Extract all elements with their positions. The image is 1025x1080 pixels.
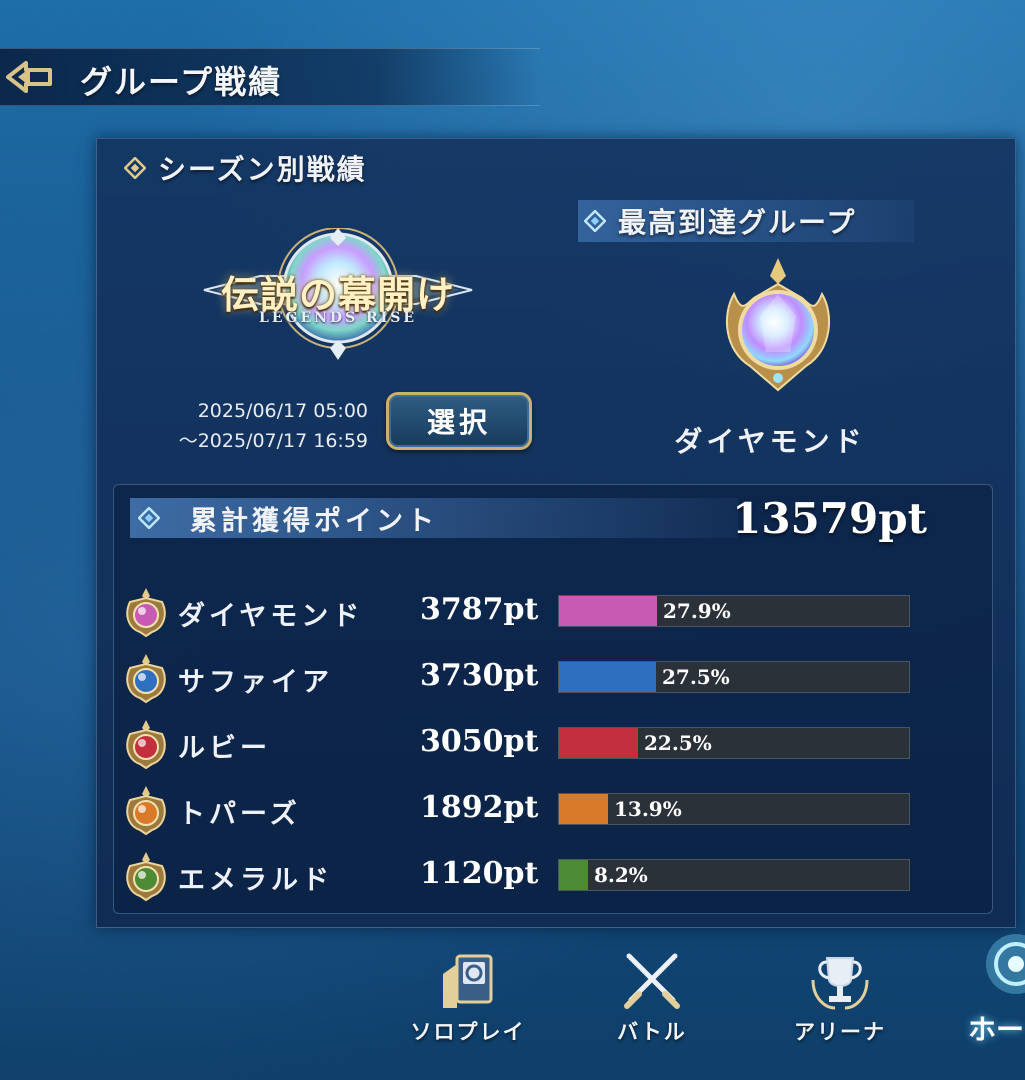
points-row-name: ダイヤモンド bbox=[178, 601, 364, 632]
points-row-name: トパーズ bbox=[178, 799, 301, 830]
points-row-name: サファイア bbox=[178, 667, 333, 698]
points-share-bar: 22.5% bbox=[558, 727, 910, 759]
season-stats-heading: シーズン別戦績 bbox=[124, 148, 367, 188]
points-row: サファイア 3730pt 27.5% bbox=[120, 650, 920, 706]
points-share-bar-fill bbox=[559, 662, 656, 692]
points-row: ダイヤモンド 3787pt 27.9% bbox=[120, 584, 920, 640]
points-share-bar: 27.5% bbox=[558, 661, 910, 693]
page-title: グループ戦績 bbox=[80, 63, 283, 101]
points-row-value: 1120pt bbox=[420, 856, 539, 891]
points-row-name: ルビー bbox=[178, 733, 271, 764]
points-share-percent: 8.2% bbox=[594, 863, 648, 887]
points-share-percent: 13.9% bbox=[614, 797, 682, 821]
nav-arena[interactable]: アリーナ bbox=[770, 950, 910, 1050]
points-row-name: エメラルド bbox=[178, 865, 333, 896]
points-share-percent: 22.5% bbox=[644, 731, 712, 755]
points-row: エメラルド 1120pt 8.2% bbox=[120, 848, 920, 904]
back-button[interactable] bbox=[2, 57, 56, 97]
best-group-heading: 最高到達グループ bbox=[578, 200, 914, 242]
nav-solo-play-label: ソロプレイ bbox=[410, 1020, 526, 1044]
points-share-bar: 8.2% bbox=[558, 859, 910, 891]
nav-solo-play[interactable]: ソロプレイ bbox=[398, 950, 538, 1050]
points-share-percent: 27.9% bbox=[663, 599, 731, 623]
points-share-percent: 27.5% bbox=[662, 665, 730, 689]
cumulative-points-heading: 累計獲得ポイント bbox=[130, 498, 738, 538]
points-share-bar-fill bbox=[559, 596, 657, 626]
season-period: 2025/06/17 05:00 ～2025/07/17 16:59 bbox=[140, 396, 368, 456]
points-row: トパーズ 1892pt 13.9% bbox=[120, 782, 920, 838]
emerald-gem-icon bbox=[126, 852, 166, 902]
ruby-gem-icon bbox=[126, 720, 166, 770]
sapphire-gem-icon bbox=[126, 654, 166, 704]
diamond-gem-icon bbox=[126, 588, 166, 638]
crossed-swords-icon bbox=[624, 953, 680, 1009]
nav-home[interactable]: ホー bbox=[958, 920, 1025, 1060]
points-share-bar: 27.9% bbox=[558, 595, 910, 627]
diamond-marker-icon bbox=[584, 210, 606, 232]
points-share-bar-fill bbox=[559, 860, 588, 890]
diamond-marker-icon bbox=[138, 507, 160, 529]
season-select-button[interactable]: 選択 bbox=[386, 392, 532, 450]
diamond-rank-emblem-icon bbox=[725, 258, 831, 392]
points-row: ルビー 3050pt 22.5% bbox=[120, 716, 920, 772]
season-stats-title: シーズン別戦績 bbox=[158, 153, 367, 186]
points-row-value: 3730pt bbox=[420, 658, 539, 693]
period-end: ～2025/07/17 16:59 bbox=[178, 430, 368, 452]
nav-home-label: ホー bbox=[968, 1013, 1025, 1046]
topaz-gem-icon bbox=[126, 786, 166, 836]
nav-arena-label: アリーナ bbox=[794, 1020, 886, 1044]
header-bar: グループ戦績 bbox=[0, 48, 540, 106]
period-start: 2025/06/17 05:00 bbox=[197, 400, 368, 422]
points-share-bar-fill bbox=[559, 728, 638, 758]
nav-battle-label: バトル bbox=[617, 1020, 687, 1044]
trophy-icon bbox=[811, 957, 869, 1010]
back-arrow-icon bbox=[6, 61, 52, 93]
diamond-marker-icon bbox=[124, 157, 146, 179]
season-logo-subtitle: LEGENDS RISE bbox=[258, 310, 418, 326]
card-deck-icon bbox=[443, 954, 493, 1008]
total-points: 13579pt bbox=[732, 494, 927, 543]
points-row-value: 3787pt bbox=[420, 592, 539, 627]
best-group-name: ダイヤモンド bbox=[674, 425, 866, 458]
points-row-value: 1892pt bbox=[420, 790, 539, 825]
season-logo: 伝説の幕開け LEGENDS RISE bbox=[200, 227, 476, 360]
best-group-title: 最高到達グループ bbox=[618, 206, 857, 239]
points-share-bar-fill bbox=[559, 794, 608, 824]
nav-battle[interactable]: バトル bbox=[582, 950, 722, 1050]
points-share-bar: 13.9% bbox=[558, 793, 910, 825]
cumulative-points-title: 累計獲得ポイント bbox=[190, 505, 438, 537]
points-row-value: 3050pt bbox=[420, 724, 539, 759]
home-glow-icon bbox=[986, 934, 1025, 994]
